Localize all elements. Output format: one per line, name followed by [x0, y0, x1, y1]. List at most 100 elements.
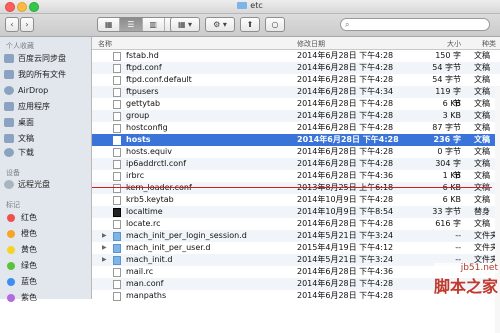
- document-icon: [113, 148, 121, 157]
- sidebar-tag-blue[interactable]: 蓝色: [4, 275, 90, 288]
- column-header-kind[interactable]: 种类: [482, 39, 496, 49]
- file-kind: 文稿: [474, 171, 490, 180]
- table-row[interactable]: krb5.keytab 2014年10月9日 下午4:28 6 KB 文稿: [92, 194, 500, 206]
- file-kind: 文稿: [474, 159, 490, 168]
- table-row[interactable]: locate.rc2014年6月28日 下午4:28616 字节文稿: [92, 218, 500, 240]
- tags-button[interactable]: ○: [265, 17, 285, 32]
- sidebar: 个人收藏 百度云同步盘 我的所有文件 AirDrop 应用程序 桌面 文稿 下载…: [0, 37, 92, 302]
- file-date: 2014年5月21日 下午3:24: [297, 231, 394, 240]
- sidebar-item-remote-disc[interactable]: 远程光盘: [4, 178, 90, 191]
- file-kind: 文稿: [474, 87, 490, 96]
- file-name: manpaths: [126, 291, 167, 300]
- sidebar-item-downloads[interactable]: 下载: [4, 146, 90, 159]
- table-row[interactable]: localtime 2014年10月9日 下午8:54 33 字节 替身: [92, 206, 500, 218]
- sidebar-item-documents[interactable]: 文稿: [4, 132, 90, 145]
- file-date: 2014年10月9日 下午4:28: [297, 195, 394, 204]
- folder-icon: [113, 244, 121, 253]
- file-name: krb5.keytab: [126, 195, 174, 204]
- sidebar-tag-purple[interactable]: 紫色: [4, 291, 90, 304]
- file-date: 2015年4月19日 下午4:12: [297, 243, 394, 252]
- sidebar-tag-orange[interactable]: 橙色: [4, 227, 90, 240]
- purple-tag-icon: [7, 293, 15, 302]
- document-icon: [113, 196, 121, 205]
- table-row[interactable]: hosts.equiv 2014年6月28日 下午4:28 0 字节 文稿: [92, 146, 500, 158]
- document-icon: [113, 52, 121, 61]
- document-icon: [113, 268, 121, 277]
- documents-icon: [4, 134, 14, 143]
- sidebar-item-desktop[interactable]: 桌面: [4, 116, 90, 129]
- file-date: 2014年6月28日 下午4:36: [297, 267, 394, 276]
- file-kind: 文稿: [474, 63, 490, 72]
- table-row[interactable]: ftpusers 2014年6月28日 下午4:34 119 字节 文稿: [92, 86, 500, 108]
- file-date: 2014年6月28日 下午4:36: [297, 171, 394, 180]
- file-date: 2014年6月28日 下午4:28: [297, 123, 394, 132]
- table-row[interactable]: fstab.hd2014年6月28日 下午4:28150 字节文稿: [92, 50, 500, 72]
- file-name: irbrc: [126, 171, 145, 180]
- table-row[interactable]: ip6addrctl.conf 2014年6月28日 下午4:28 304 字节 文稿: [92, 158, 500, 180]
- document-icon: [113, 112, 121, 121]
- sidebar-tag-green[interactable]: 绿色: [4, 259, 90, 272]
- file-date: 2014年6月28日 下午4:28: [297, 279, 394, 288]
- document-icon: [113, 220, 121, 229]
- document-icon: [113, 184, 121, 193]
- sidebar-item-airdrop[interactable]: AirDrop: [4, 84, 90, 97]
- file-name: ftpd.conf.default: [126, 75, 192, 84]
- column-header-size[interactable]: 大小: [447, 39, 461, 49]
- column-view-button[interactable]: ▥: [143, 18, 165, 31]
- file-name: ip6addrctl.conf: [126, 159, 187, 168]
- table-row-selected[interactable]: hosts 2014年6月28日 下午4:28 236 字节 文稿: [92, 134, 500, 156]
- table-row[interactable]: irbrc 2014年6月28日 下午4:36 1 KB 文稿: [92, 170, 500, 182]
- table-row[interactable]: kern_loader.conf 2013年8月25日 上午6:18 6 KB 文稿: [92, 182, 500, 194]
- share-button[interactable]: ⬆: [240, 17, 260, 32]
- file-date: 2014年6月28日 下午4:28: [297, 99, 394, 108]
- table-row[interactable]: gettytab 2014年6月28日 下午4:28 6 KB 文稿: [92, 98, 500, 110]
- file-date: 2014年6月28日 下午4:28: [297, 291, 394, 300]
- file-name: mach_init_per_user.d: [126, 243, 211, 252]
- file-kind: 文稿: [474, 135, 490, 144]
- sidebar-item-applications[interactable]: 应用程序: [4, 100, 90, 113]
- file-name: kern_loader.conf: [126, 182, 192, 194]
- table-row[interactable]: ▶ mach_init_per_login_session.d 2014年5月21日…: [92, 230, 500, 242]
- table-row[interactable]: group 2014年6月28日 下午4:28 3 KB 文稿: [92, 110, 500, 122]
- sidebar-tag-red[interactable]: 红色: [4, 211, 90, 224]
- document-icon: [113, 100, 121, 109]
- table-row[interactable]: ftpd.conf.default 2014年6月28日 下午4:28 54 字节 文…: [92, 74, 500, 86]
- disclosure-triangle-icon[interactable]: ▶: [102, 230, 107, 242]
- file-date: 2014年6月28日 下午4:28: [297, 75, 394, 84]
- search-input[interactable]: [355, 19, 485, 30]
- forward-button[interactable]: ›: [20, 17, 34, 32]
- sidebar-tag-yellow[interactable]: 黄色: [4, 243, 90, 256]
- file-date: 2014年6月28日 下午4:28: [297, 147, 394, 156]
- file-name: group: [126, 111, 150, 120]
- list-view-button[interactable]: ☰: [120, 18, 143, 31]
- sidebar-item-all-files[interactable]: 我的所有文件: [4, 68, 90, 81]
- file-size: 54 字节: [432, 75, 461, 84]
- file-name: man.conf: [126, 279, 164, 288]
- remote-disc-icon: [4, 180, 14, 189]
- file-date: 2014年6月28日 下午4:28: [297, 111, 394, 120]
- document-icon: [113, 136, 121, 145]
- search-field[interactable]: ⌕: [340, 18, 490, 31]
- disclosure-triangle-icon[interactable]: ▶: [102, 242, 107, 254]
- back-button[interactable]: ‹: [5, 17, 19, 32]
- table-row[interactable]: ▶ mach_init_per_user.d 2015年4月19日 下午4:12 --…: [92, 242, 500, 254]
- disclosure-triangle-icon[interactable]: ▶: [102, 254, 107, 266]
- desktop-icon: [4, 118, 14, 127]
- table-row[interactable]: hostconfig 2014年6月28日 下午4:28 87 字节 文稿: [92, 122, 500, 134]
- action-button[interactable]: ⚙ ▾: [205, 17, 235, 32]
- file-kind: 文稿: [474, 51, 490, 60]
- file-date: 2014年5月21日 下午3:24: [297, 255, 394, 264]
- icon-view-button[interactable]: ▦: [98, 18, 121, 31]
- column-header-name[interactable]: 名称: [98, 39, 112, 49]
- downloads-icon: [4, 148, 14, 157]
- file-kind: 替身: [474, 207, 490, 216]
- column-header-date[interactable]: 修改日期: [297, 39, 325, 49]
- file-kind: 文稿: [474, 219, 490, 228]
- devices-heading: 设备: [6, 169, 20, 177]
- document-icon: [113, 64, 121, 73]
- table-row[interactable]: ftpd.conf 2014年6月28日 下午4:28 54 字节 文稿: [92, 62, 500, 74]
- file-date: 2013年8月25日 上午6:18: [297, 182, 393, 194]
- file-date: 2014年6月28日 下午4:28: [297, 63, 394, 72]
- arrange-button[interactable]: ▦ ▾: [170, 17, 200, 32]
- sidebar-item-baidu-sync[interactable]: 百度云同步盘: [4, 52, 90, 65]
